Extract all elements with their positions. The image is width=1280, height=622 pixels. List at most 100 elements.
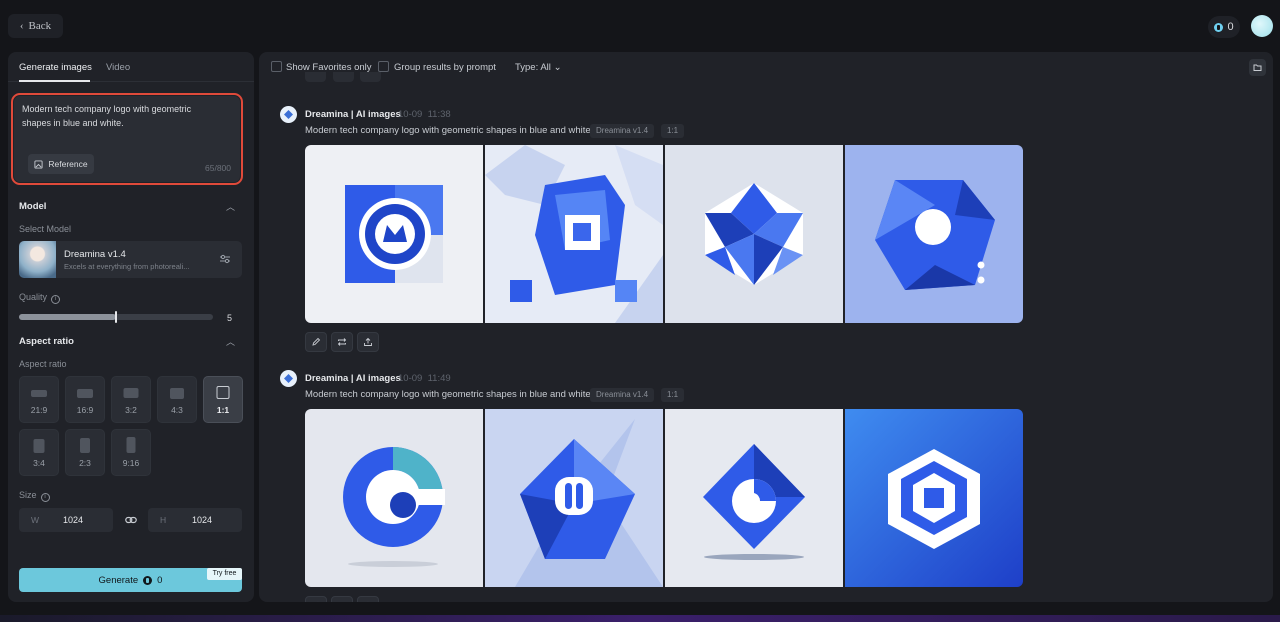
aspect-option-label: 1:1 [216, 405, 230, 415]
type-label: Type: All [515, 62, 551, 73]
chevron-up-icon[interactable]: ︿ [226, 200, 235, 213]
model-section-title: Model [19, 201, 47, 212]
settings-sliders-icon[interactable] [219, 253, 231, 265]
aspect-option-3-2[interactable]: 3:2 [111, 376, 151, 423]
coin-icon [1214, 22, 1224, 32]
width-value[interactable]: 1024 [63, 515, 83, 525]
logo-image [305, 409, 483, 587]
width-prefix: W [31, 515, 40, 525]
image-grid [305, 145, 1023, 323]
link-icon[interactable] [125, 514, 137, 526]
group-label[interactable]: Group results by prompt [394, 62, 496, 73]
aspect-ratio-sublabel: Aspect ratio [19, 359, 67, 369]
favorites-label[interactable]: Show Favorites only [286, 62, 372, 73]
previous-action-button[interactable] [360, 72, 381, 82]
result-date: 10-09 [398, 373, 423, 384]
logo-image [665, 409, 843, 587]
model-chip: Dreamina v1.4 [590, 388, 655, 402]
ratio-chip: 1:1 [661, 124, 685, 138]
favorites-checkbox[interactable] [271, 61, 282, 72]
aspect-option-9-16[interactable]: 9:16 [111, 429, 151, 476]
image-icon [34, 159, 43, 169]
generated-image[interactable] [485, 145, 663, 323]
generated-image[interactable] [665, 409, 843, 587]
prompt-input[interactable]: Modern tech company logo with geometric … [22, 102, 212, 130]
chevron-left-icon: ‹ [19, 20, 24, 32]
regenerate-button[interactable] [331, 596, 353, 602]
char-counter: 65/800 [205, 163, 231, 173]
tab-video[interactable]: Video [106, 62, 130, 73]
generate-cost: 0 [157, 574, 163, 586]
back-button[interactable]: ‹ Back [8, 14, 63, 38]
dreamina-logo-icon [280, 106, 297, 123]
model-selector[interactable]: Dreamina v1.4 Excels at everything from … [19, 241, 242, 278]
result-timestamp: 10-09 11:49 [398, 373, 451, 384]
aspect-option-label: 3:2 [125, 405, 137, 415]
quality-slider-handle[interactable] [115, 311, 117, 323]
quality-slider[interactable] [19, 311, 213, 323]
edit-button[interactable] [305, 332, 327, 352]
aspect-option-21-9[interactable]: 21:9 [19, 376, 59, 423]
height-field[interactable]: H 1024 [148, 508, 242, 532]
previous-action-button[interactable] [333, 72, 354, 82]
result-date: 10-09 [398, 109, 423, 120]
result-time: 11:38 [427, 109, 451, 120]
generated-image[interactable] [305, 145, 483, 323]
aspect-option-2-3[interactable]: 2:3 [65, 429, 105, 476]
regenerate-button[interactable] [331, 332, 353, 352]
user-avatar[interactable] [1251, 15, 1273, 37]
group-checkbox[interactable] [378, 61, 389, 72]
result-prompt[interactable]: Modern tech company logo with geometric … [305, 389, 593, 400]
image-grid [305, 409, 1023, 587]
logo-image [485, 409, 663, 587]
tab-generate-images[interactable]: Generate images [19, 62, 92, 73]
logo-image [485, 145, 663, 323]
credits-badge[interactable]: 0 [1208, 16, 1240, 38]
result-title: Dreamina | AI images [305, 109, 401, 120]
result-time: 11:49 [427, 373, 451, 384]
aspect-option-label: 4:3 [171, 405, 183, 415]
quality-label-wrap: Quality i [19, 292, 61, 304]
model-chip: Dreamina v1.4 [590, 124, 655, 138]
info-icon[interactable]: i [40, 493, 50, 502]
logo-image [305, 145, 483, 323]
generation-result: Dreamina | AI images 10-09 11:38 Modern … [259, 105, 1273, 369]
aspect-option-label: 2:3 [79, 458, 91, 468]
model-description: Excels at everything from photoreali... [64, 262, 190, 271]
aspect-option-3-4[interactable]: 3:4 [19, 429, 59, 476]
type-dropdown[interactable]: Type: All ⌄ [515, 62, 562, 73]
height-value[interactable]: 1024 [192, 515, 212, 525]
result-prompt[interactable]: Modern tech company logo with geometric … [305, 125, 593, 136]
generated-image[interactable] [485, 409, 663, 587]
ratio-shape-icon [123, 388, 139, 398]
generated-image[interactable] [305, 409, 483, 587]
info-icon[interactable]: i [51, 295, 61, 304]
repeat-icon [337, 601, 347, 602]
share-button[interactable] [357, 332, 379, 352]
edit-button[interactable] [305, 596, 327, 602]
height-prefix: H [160, 515, 167, 525]
aspect-option-16-9[interactable]: 16:9 [65, 376, 105, 423]
width-field[interactable]: W 1024 [19, 508, 113, 532]
back-label: Back [28, 20, 52, 32]
model-thumbnail [19, 241, 56, 278]
aspect-option-label: 16:9 [76, 405, 94, 415]
generated-image[interactable] [845, 145, 1023, 323]
mode-tabs: Generate images Video [8, 52, 254, 82]
pencil-icon [312, 337, 321, 346]
aspect-option-label: 21:9 [30, 405, 48, 415]
aspect-option-1-1[interactable]: 1:1 [203, 376, 243, 423]
generated-image[interactable] [845, 409, 1023, 587]
folder-button[interactable] [1249, 59, 1266, 76]
aspect-option-label: 9:16 [122, 458, 140, 468]
aspect-option-4-3[interactable]: 4:3 [157, 376, 197, 423]
generation-panel: Generate images Video Modern tech compan… [8, 52, 254, 602]
generated-image[interactable] [665, 145, 843, 323]
reference-label: Reference [48, 159, 88, 169]
aspect-section-title: Aspect ratio [19, 336, 74, 347]
share-button[interactable] [357, 596, 379, 602]
previous-action-button[interactable] [305, 72, 326, 82]
reference-button[interactable]: Reference [28, 154, 94, 174]
chevron-up-icon[interactable]: ︿ [226, 335, 235, 348]
result-actions [305, 332, 379, 352]
